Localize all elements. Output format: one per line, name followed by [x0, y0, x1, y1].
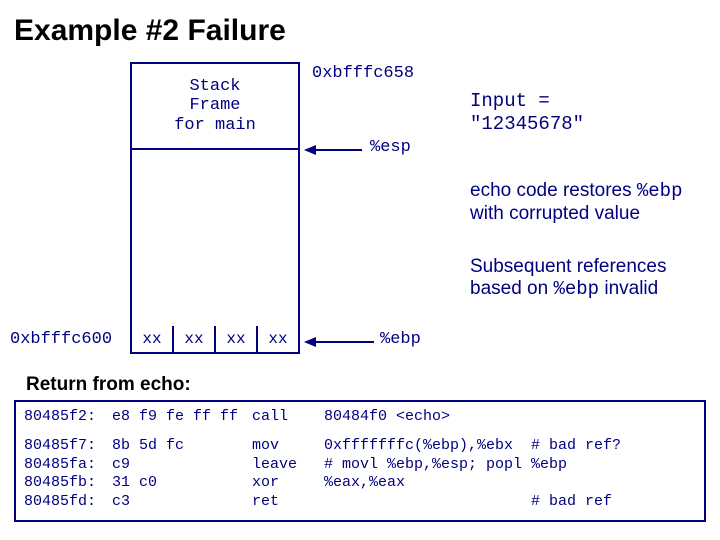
stack-gap — [130, 150, 300, 326]
asm-addr: 80485f7: — [24, 437, 112, 456]
asm-args: # bad ref — [324, 493, 696, 512]
asm-args: 0xfffffffc(%ebp),%ebx # bad ref? — [324, 437, 696, 456]
note1-ebp: %ebp — [637, 180, 683, 202]
address-top: 0xbfffc658 — [312, 64, 414, 83]
input-value: "12345678" — [470, 113, 584, 136]
ebp-label: %ebp — [380, 330, 421, 349]
note2-d: invalid — [599, 278, 658, 299]
asm-addr: 80485fa: — [24, 456, 112, 475]
asm-args: # movl %ebp,%esp; popl %ebp — [324, 456, 696, 475]
asm-row-3: 80485fb: 31 c0 xor %eax,%eax — [24, 474, 696, 493]
asm-bytes: c3 — [112, 493, 252, 512]
stack-frame-main: Stack Frame for main — [130, 62, 300, 150]
note1-a: echo code restores — [470, 180, 637, 201]
arrow-ebp — [304, 335, 376, 349]
asm-bytes: 8b 5d fc — [112, 437, 252, 456]
input-block: Input = "12345678" — [470, 90, 584, 136]
asm-mnem: mov — [252, 437, 324, 456]
note1-c: with corrupted value — [470, 203, 640, 224]
asm-mnem: ret — [252, 493, 324, 512]
asm-addr: 80485f2: — [24, 408, 112, 427]
stack-ebp-row: xx xx xx xx — [130, 326, 300, 354]
asm-addr: 80485fd: — [24, 493, 112, 512]
slide-title: Example #2 Failure — [0, 0, 720, 48]
note2-a: Subsequent references — [470, 256, 666, 277]
asm-bytes: 31 c0 — [112, 474, 252, 493]
input-label: Input = — [470, 90, 584, 113]
asm-mnem: call — [252, 408, 324, 427]
esp-label: %esp — [370, 138, 411, 157]
asm-listing: 80485f2: e8 f9 fe ff ff call 80484f0 <ec… — [14, 400, 706, 522]
note-restore: echo code restores %ebp with corrupted v… — [470, 180, 682, 225]
stack-cell-1: xx — [174, 326, 216, 352]
stack-cell-2: xx — [216, 326, 258, 352]
stack-frame-main-label: Stack Frame for main — [174, 77, 256, 136]
note2-ebp: %ebp — [553, 278, 599, 300]
asm-bytes: e8 f9 fe ff ff — [112, 408, 252, 427]
asm-args: %eax,%eax — [324, 474, 696, 493]
asm-bytes: c9 — [112, 456, 252, 475]
stack-cell-0: xx — [132, 326, 174, 352]
asm-mnem: leave — [252, 456, 324, 475]
asm-row-4: 80485fd: c3 ret # bad ref — [24, 493, 696, 512]
stack-cell-3: xx — [258, 326, 298, 352]
asm-row-2: 80485fa: c9 leave # movl %ebp,%esp; popl… — [24, 456, 696, 475]
return-label: Return from echo: — [26, 374, 191, 396]
arrow-esp — [304, 143, 364, 157]
asm-args: 80484f0 <echo> — [324, 408, 696, 427]
stack-diagram: Stack Frame for main xx xx xx xx — [130, 62, 300, 354]
asm-row-0: 80485f2: e8 f9 fe ff ff call 80484f0 <ec… — [24, 408, 696, 427]
note-invalid: Subsequent references based on %ebp inva… — [470, 256, 666, 301]
asm-row-1: 80485f7: 8b 5d fc mov 0xfffffffc(%ebp),%… — [24, 437, 696, 456]
note2-b: based on — [470, 278, 553, 299]
address-ebp: 0xbfffc600 — [10, 330, 112, 349]
asm-mnem: xor — [252, 474, 324, 493]
asm-addr: 80485fb: — [24, 474, 112, 493]
